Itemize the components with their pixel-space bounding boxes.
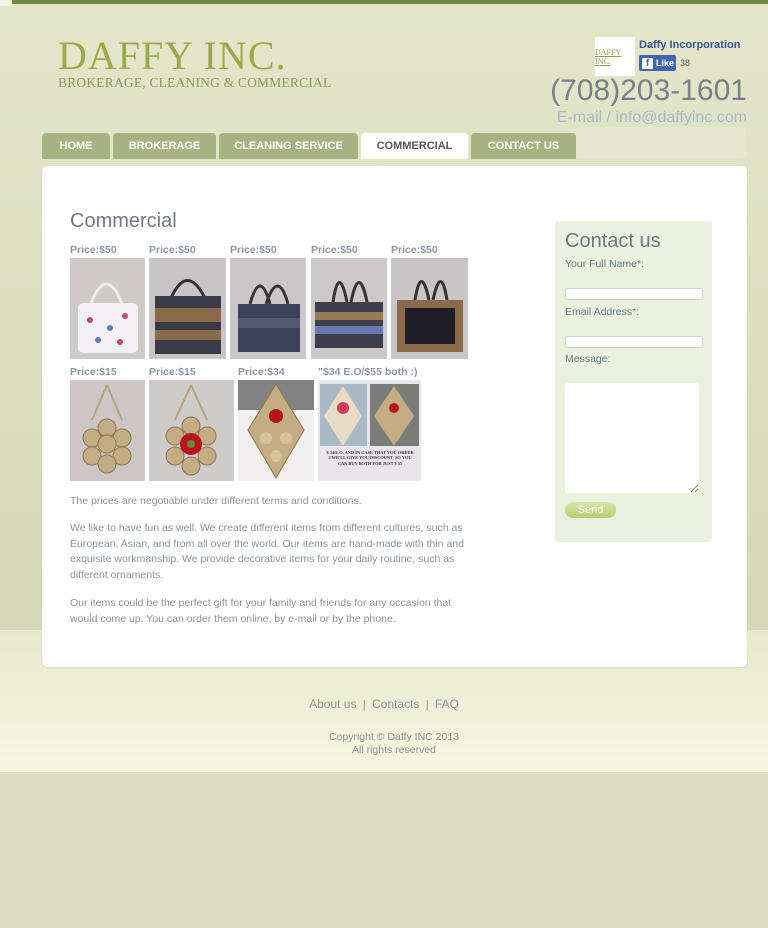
product-price: Price:$50 [70, 244, 117, 256]
nav-item-brokerage[interactable]: BROKERAGE [113, 133, 216, 159]
footer-links: About us | Contacts | FAQ [0, 697, 768, 711]
footer-link-contacts[interactable]: Contacts [372, 697, 419, 711]
footer-separator: | [362, 699, 366, 711]
email-address[interactable]: E-mail / info@daffyinc.com [557, 109, 747, 127]
copyright: Copyright © Daffy INC 2013 All rights re… [0, 731, 768, 757]
product-photo-caption: $ 34/E.O. AND IN CASE THAT YOU ORDER 2 W… [326, 450, 414, 466]
product-photo-dark-bag[interactable] [230, 258, 306, 359]
facebook-icon: f [642, 57, 653, 69]
product-price: "$34 E.O/$55 both :) [318, 366, 418, 378]
email-field[interactable] [565, 336, 703, 348]
product-photo-striped-bag[interactable] [311, 258, 387, 359]
nav-item-home[interactable]: HOME [42, 133, 110, 159]
contact-form-title: Contact us [565, 230, 661, 252]
nav-bar-background [576, 127, 746, 159]
product-photo-woven-ornament[interactable] [70, 380, 145, 481]
footer-link-about[interactable]: About us [309, 697, 356, 711]
footer-link-faq[interactable]: FAQ [435, 697, 459, 711]
facebook-page-thumbnail[interactable]: DAFFY INC. [595, 37, 635, 76]
message-field[interactable] [565, 383, 699, 493]
email-label: Email Address*: [565, 306, 640, 318]
logo-tagline: BROKERAGE, CLEANING & COMMERCIAL [58, 75, 332, 90]
facebook-thumb-text: DAFFY INC. [595, 47, 622, 66]
facebook-like-label: Like [656, 58, 675, 68]
product-photo-ornament-red-flower[interactable] [149, 380, 234, 481]
paragraph-gift: Our items could be the perfect gift for … [70, 597, 452, 625]
product-photo-white-bag[interactable] [70, 258, 145, 359]
product-price: Price:$50 [149, 244, 196, 256]
facebook-like-count: 38 [680, 58, 691, 68]
top-accent-corner [0, 0, 12, 6]
product-photo-diamond-ornament[interactable] [238, 380, 314, 481]
product-price: Price:$15 [70, 366, 117, 378]
nav-item-contact-us[interactable]: CONTACT US [471, 133, 576, 159]
product-photo-fringed-bag[interactable] [149, 258, 226, 359]
message-label: Message: [565, 353, 611, 365]
nav-item-commercial[interactable]: COMMERCIAL [361, 133, 468, 159]
page-title: Commercial [70, 210, 177, 232]
copyright-text: Copyright © Daffy INC 2013 [328, 731, 460, 743]
rights-text: All rights reserved [351, 744, 437, 756]
facebook-page-name[interactable]: Daffy Incorporation [639, 39, 740, 51]
phone-number: (708)203-1601 [550, 74, 747, 107]
logo-name: DAFFY INC. [58, 33, 287, 78]
product-price: Price:$15 [149, 366, 196, 378]
product-price: Price:$50 [311, 244, 358, 256]
name-field[interactable] [565, 288, 703, 300]
facebook-like-button[interactable]: f Like [639, 55, 676, 71]
site-logo[interactable]: DAFFY INC. BROKERAGE, CLEANING & COMMERC… [58, 36, 331, 91]
top-accent-line [0, 0, 768, 4]
product-price: Price:$50 [391, 244, 438, 256]
paragraph-prices: The prices are negotiable under differen… [70, 495, 362, 507]
product-price: Price:$34 [238, 366, 285, 378]
name-label: Your Full Name*: [565, 258, 644, 270]
paragraph-about: We like to have fun as well. We create d… [70, 522, 464, 582]
product-photo-black-bag[interactable] [391, 258, 468, 359]
main-navigation: HOME BROKERAGE CLEANING SERVICE COMMERCI… [42, 133, 576, 159]
product-price: Price:$50 [230, 244, 277, 256]
footer-separator: | [425, 699, 429, 711]
nav-item-cleaning-service[interactable]: CLEANING SERVICE [219, 133, 358, 159]
send-button[interactable]: Send [565, 502, 616, 518]
